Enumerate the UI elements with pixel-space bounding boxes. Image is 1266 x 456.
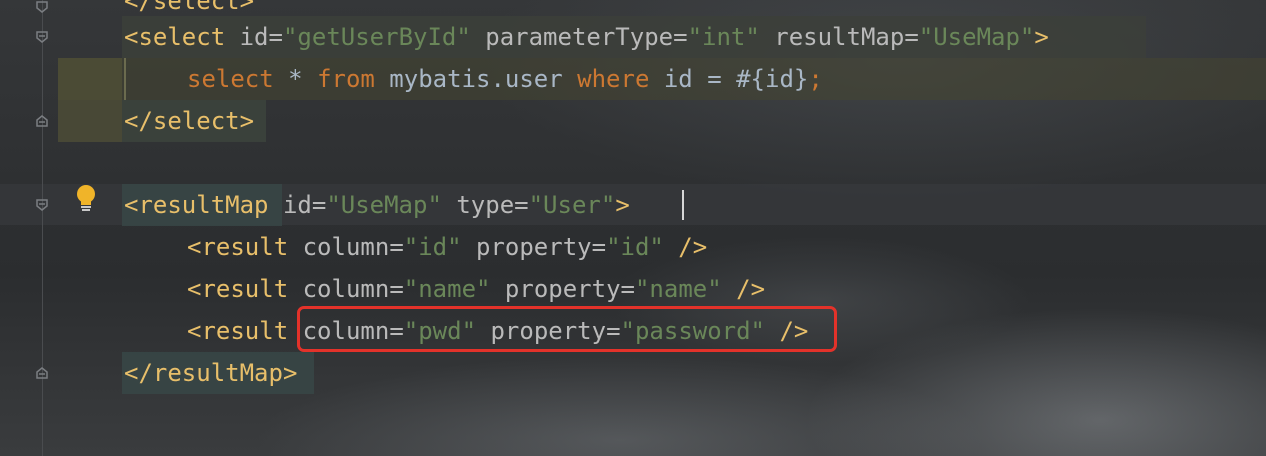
code-token: "id"	[606, 233, 664, 261]
code-token: mybatis.user	[374, 65, 578, 93]
fold-marker-icon[interactable]	[35, 114, 49, 128]
code-token: =	[311, 191, 327, 219]
code-token: select	[187, 65, 274, 93]
code-token: "name"	[634, 275, 722, 303]
sql-gutter-highlight	[58, 58, 122, 142]
code-line[interactable]: </select>	[124, 100, 254, 142]
code-token: "User"	[528, 191, 616, 219]
code-line[interactable]: <result column="id" property="id" />	[187, 226, 707, 268]
code-token: <result	[187, 317, 289, 345]
code-token: <result	[187, 275, 289, 303]
code-token: >	[615, 191, 630, 219]
fold-marker-icon[interactable]	[35, 198, 49, 212]
code-token: </resultMap>	[124, 359, 298, 387]
code-token: "UseMap"	[326, 191, 442, 219]
code-token: =	[268, 23, 283, 51]
code-token: type	[441, 191, 515, 219]
code-token: where	[577, 65, 650, 93]
code-line[interactable]: <select id="getUserById" parameterType="…	[124, 16, 1049, 58]
code-line[interactable]: <result column="name" property="name" />	[187, 268, 765, 310]
code-line[interactable]: </resultMap>	[124, 352, 297, 394]
annotation-highlight-box	[297, 306, 837, 352]
code-token: property	[461, 233, 592, 261]
fold-marker-icon[interactable]	[35, 0, 49, 14]
code-token: "id"	[403, 233, 462, 261]
code-line[interactable]: select * from mybatis.user where id = #{…	[187, 58, 823, 100]
code-token: />	[721, 275, 766, 303]
code-token: =	[904, 23, 919, 51]
code-line[interactable]: <resultMap id="UseMap" type="User">	[124, 184, 630, 226]
code-token: =	[591, 233, 607, 261]
code-token: =	[389, 275, 404, 303]
code-token: *	[273, 65, 318, 93]
code-token: <result	[187, 233, 289, 261]
code-token: </select>	[124, 0, 255, 15]
code-token: "name"	[403, 275, 491, 303]
code-token: =	[389, 233, 404, 261]
code-token: column	[288, 233, 390, 261]
text-caret	[682, 190, 684, 220]
code-token: parameterType	[470, 23, 674, 51]
code-token: "int"	[687, 23, 760, 51]
code-token: ;	[808, 65, 823, 93]
indent-guide	[124, 58, 126, 100]
code-token: resultMap	[759, 23, 905, 51]
code-token: =	[620, 275, 635, 303]
code-token: id	[225, 23, 269, 51]
code-token: </select>	[124, 107, 255, 135]
code-token: =	[514, 191, 529, 219]
code-token: =	[673, 23, 688, 51]
code-token: "getUserById"	[282, 23, 471, 51]
code-token: column	[288, 275, 390, 303]
gutter-divider	[42, 0, 43, 456]
code-token: "UseMap"	[918, 23, 1035, 51]
fold-marker-icon[interactable]	[35, 30, 49, 44]
code-token: <resultMap	[124, 191, 269, 219]
lightbulb-icon[interactable]	[74, 184, 98, 214]
fold-marker-icon[interactable]	[35, 366, 49, 380]
code-token: property	[490, 275, 621, 303]
code-token: id = #{id}	[649, 65, 809, 93]
code-token: >	[1034, 23, 1049, 51]
code-token: id	[268, 191, 312, 219]
code-token: />	[663, 233, 708, 261]
code-token: <select	[124, 23, 226, 51]
code-token: from	[317, 65, 375, 93]
